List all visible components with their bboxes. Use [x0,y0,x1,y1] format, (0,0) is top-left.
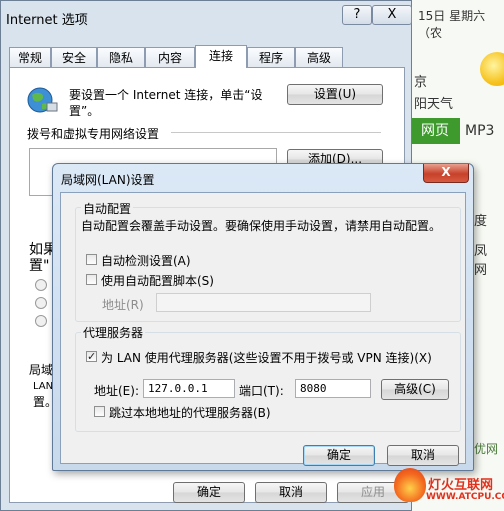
globe-network-icon [27,87,58,113]
setup-button[interactable]: 设置(U) [287,84,383,105]
dialog-ok-button[interactable]: 确定 [303,445,375,466]
background-text: 优网 [474,442,499,456]
section-divider [171,132,381,133]
lan-settings-dialog: 局域网(LAN)设置 X 自动配置 自动配置会覆盖手动设置。要确保使用手动设置，… [52,163,474,471]
dialog-close-button[interactable]: X [423,164,469,183]
auto-detect-label: 自动检测设置(A) [101,254,191,268]
partial-text: LAN [33,381,54,392]
script-address-input[interactable] [156,293,371,312]
radio-dial-when-needed[interactable] [35,297,47,309]
tab-privacy[interactable]: 隐私 [97,47,145,67]
proxy-address-input[interactable]: 127.0.0.1 [143,379,235,398]
tab-security[interactable]: 安全 [51,47,97,67]
dialog-cancel-button[interactable]: 取消 [387,445,459,466]
background-tab-web[interactable]: 网页 [410,118,460,144]
ok-button[interactable]: 确定 [173,482,245,503]
dialog-title: 局域网(LAN)设置 [61,173,155,187]
radio-always-dial[interactable] [35,315,47,327]
advanced-button[interactable]: 高级(C) [381,379,449,400]
radio-never-dial[interactable] [35,279,47,291]
use-script-checkbox[interactable] [86,274,97,285]
use-proxy-checkbox[interactable]: ✓ [86,351,97,362]
auto-config-title: 自动配置 [81,200,134,217]
tab-connections[interactable]: 连接 [195,45,247,68]
background-search-tabs: 网页 MP3 [410,118,504,144]
auto-detect-checkbox[interactable] [86,254,97,265]
flame-logo-icon [394,468,426,502]
proxy-address-label: 地址(E): [94,384,139,398]
site-watermark: 灯火互联网 WWW.ATCPU.COM [386,464,504,511]
background-tab-mp3[interactable]: MP3 [465,118,494,144]
bypass-local-label: 跳过本地地址的代理服务器(B) [109,406,271,420]
tab-general[interactable]: 常规 [9,47,51,67]
setup-description: 要设置一个 Internet 连接，单击“设置”。 [69,88,263,118]
script-address-label: 地址(R) [102,298,144,312]
background-date: 15日 星期六（农 [418,9,486,40]
watermark-name: 灯火互联网 [428,478,494,493]
help-button[interactable]: ? [342,5,372,25]
tab-content[interactable]: 内容 [145,47,195,67]
cancel-button[interactable]: 取消 [255,482,327,503]
proxy-port-input[interactable]: 8080 [295,379,371,398]
background-text: 凤 网 [474,244,488,278]
tab-programs[interactable]: 程序 [247,47,295,67]
bypass-local-checkbox[interactable] [94,406,105,417]
proxy-server-title: 代理服务器 [81,324,146,341]
close-button[interactable]: X [372,5,412,25]
use-proxy-label: 为 LAN 使用代理服务器(这些设置不用于拨号或 VPN 连接)(X) [101,351,432,365]
auto-config-description: 自动配置会覆盖手动设置。要确保使用手动设置，请禁用自动配置。 [81,219,442,233]
partial-text: 局域 [29,363,54,377]
dialog-body: 自动配置 自动配置会覆盖手动设置。要确保使用手动设置，请禁用自动配置。 自动检测… [60,192,466,466]
background-text: 度 [474,214,488,229]
background-weather: 京 阳天气 [414,75,454,112]
tab-advanced[interactable]: 高级 [295,47,343,67]
sun-icon [480,52,504,86]
partial-text: 置" [29,258,50,274]
window-title: Internet 选项 [6,13,88,28]
proxy-port-label: 端口(T): [239,384,284,398]
dialup-section-label: 拨号和虚拟专用网络设置 [27,127,160,141]
use-script-label: 使用自动配置脚本(S) [101,274,214,288]
watermark-url: WWW.ATCPU.COM [426,492,504,502]
